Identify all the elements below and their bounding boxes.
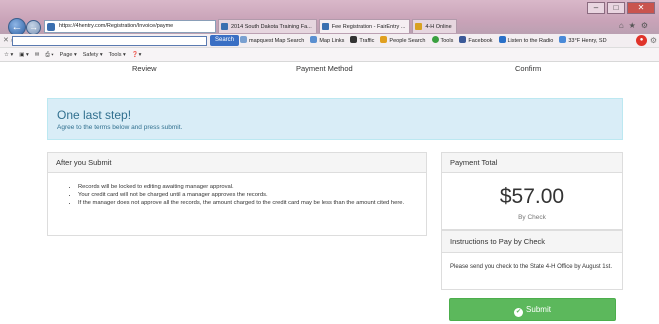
tab-favicon-icon: [415, 23, 423, 30]
tab-strip: 2014 South Dakota Training Fa... Fee Reg…: [218, 19, 457, 33]
address-bar[interactable]: https://4hentry.com/Registration/Invoice…: [44, 20, 216, 33]
toolbar-link[interactable]: Facebook: [459, 34, 493, 48]
list-item: Your credit card will not be charged unt…: [78, 191, 418, 199]
list-item: If the manager does not approve all the …: [78, 199, 418, 207]
maximize-button[interactable]: □: [607, 2, 625, 14]
step-payment-method: Payment Method: [296, 64, 353, 73]
mail-icon[interactable]: ✉: [35, 48, 40, 62]
alert-title: One last step!: [57, 108, 132, 122]
menu-tools[interactable]: Tools ▾: [109, 48, 126, 62]
toolbar-link[interactable]: Map Links: [310, 34, 344, 48]
submit-button[interactable]: ✔ Submit: [449, 298, 616, 321]
toolbar-search-button[interactable]: Search: [210, 35, 240, 46]
toolbar-search-input[interactable]: [12, 36, 207, 46]
browser-titlebar: – □ ✕ ← → https://4hentry.com/Registrati…: [0, 0, 659, 36]
tools-icon: [431, 36, 439, 43]
toolbar-link[interactable]: Tools: [431, 34, 453, 48]
close-button[interactable]: ✕: [627, 2, 655, 14]
toolbar-link[interactable]: Traffic: [350, 34, 374, 48]
list-item: Records will be locked to editing awaiti…: [78, 183, 418, 191]
after-submit-list: Records will be locked to editing awaiti…: [78, 183, 418, 207]
alert-text: Agree to the terms below and press submi…: [57, 124, 183, 131]
tab-label: Fee Registration - FairEntry ...: [331, 24, 406, 30]
command-bar: ☆ ▾ ▣ ▾ ✉ ⎙ ▾ Page ▾ Safety ▾ Tools ▾ ❓▾: [0, 48, 659, 62]
people-search-icon: [380, 36, 388, 43]
favorites-icon[interactable]: ☆ ▾: [4, 48, 13, 62]
star-icon[interactable]: ★: [629, 21, 641, 30]
help-icon[interactable]: ❓▾: [132, 48, 142, 62]
feeds-icon[interactable]: ▣ ▾: [19, 48, 29, 62]
submit-label: Submit: [526, 305, 551, 314]
forward-button[interactable]: →: [26, 20, 41, 35]
after-submit-panel: After you Submit Records will be locked …: [47, 152, 427, 236]
toolbar-link[interactable]: Listen to the Radio: [498, 34, 553, 48]
info-alert: One last step! Agree to the terms below …: [47, 98, 623, 140]
toolbar-gear-icon[interactable]: ⚙: [650, 36, 657, 45]
panel-heading: Payment Total: [442, 153, 622, 173]
payment-total-panel: Payment Total $57.00 By Check: [441, 152, 623, 230]
window-controls: – □ ✕: [587, 2, 655, 14]
toolbar-link[interactable]: 33°F Henry, SD: [559, 34, 607, 48]
site-favicon-icon: [47, 23, 55, 31]
minimize-button[interactable]: –: [587, 2, 605, 14]
command-items: ☆ ▾ ▣ ▾ ✉ ⎙ ▾ Page ▾ Safety ▾ Tools ▾ ❓▾: [4, 48, 141, 62]
toolbar-link[interactable]: mapquest Map Search: [240, 34, 304, 48]
radio-icon: [498, 36, 506, 43]
step-review: Review: [132, 64, 157, 73]
instructions-panel: Instructions to Pay by Check Please send…: [441, 230, 623, 290]
toolbar-bar: ✕ ⌕ Search mapquest Map Search Map Links…: [0, 34, 659, 48]
tab-fee-registration[interactable]: Fee Registration - FairEntry ...: [318, 19, 411, 33]
map-icon: [310, 36, 318, 43]
traffic-icon: [350, 36, 358, 43]
menu-page[interactable]: Page ▾: [60, 48, 77, 62]
panel-heading: After you Submit: [48, 153, 426, 173]
gear-icon[interactable]: ⚙: [641, 21, 653, 30]
toolbar-link[interactable]: People Search: [380, 34, 426, 48]
payment-amount: $57.00: [499, 185, 565, 208]
tab-favicon-icon: [221, 23, 228, 30]
tab-label: 2014 South Dakota Training Fa...: [231, 24, 312, 30]
browser-right-icons: ⌂★⚙: [619, 21, 653, 30]
step-confirm: Confirm: [515, 64, 542, 73]
tab-4h-online[interactable]: 4-H Online: [412, 19, 457, 33]
check-circle-icon: ✔: [514, 308, 524, 317]
home-icon[interactable]: ⌂: [619, 21, 629, 30]
toolbar-links: mapquest Map Search Map Links Traffic Pe…: [240, 34, 607, 48]
address-text: https://4hentry.com/Registration/Invoice…: [59, 23, 174, 29]
step-indicator: Review Payment Method Confirm: [0, 64, 659, 78]
tab-training-fair[interactable]: 2014 South Dakota Training Fa...: [218, 19, 317, 33]
instructions-text: Please send you check to the State 4-H O…: [450, 264, 612, 270]
weather-icon: [559, 36, 567, 43]
menu-safety[interactable]: Safety ▾: [83, 48, 103, 62]
facebook-icon: [459, 36, 467, 43]
addon-icon[interactable]: ●: [636, 35, 647, 46]
tab-label: 4-H Online: [425, 24, 452, 30]
panel-heading: Instructions to Pay by Check: [442, 231, 622, 253]
tab-favicon-icon: [321, 23, 329, 30]
payment-method-label: By Check: [518, 214, 546, 221]
print-icon[interactable]: ⎙ ▾: [45, 48, 53, 62]
mapquest-icon: [240, 36, 247, 43]
